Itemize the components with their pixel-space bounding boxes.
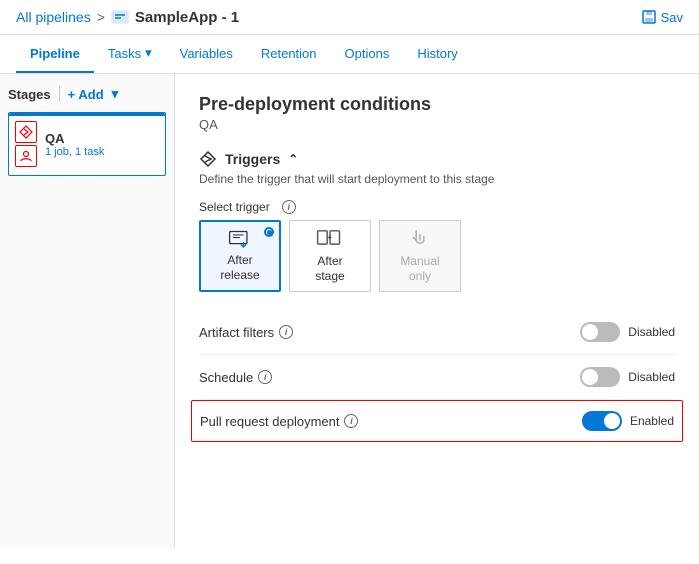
pipeline-icon xyxy=(111,8,129,26)
artifact-filters-row: Artifact filters i Disabled xyxy=(199,310,675,355)
manual-only-label: Manual only xyxy=(400,254,439,285)
top-bar: All pipelines > SampleApp - 1 Sav xyxy=(0,0,699,35)
main-layout: Stages + Add ▾ xyxy=(0,74,699,548)
tasks-chevron-icon: ▾ xyxy=(145,45,152,61)
stage-name: QA xyxy=(45,131,104,146)
after-release-radio xyxy=(264,227,274,237)
pull-request-info-icon[interactable]: i xyxy=(344,414,358,428)
sidebar-divider xyxy=(59,86,60,102)
triggers-section-header: Triggers ⌃ xyxy=(199,150,675,168)
schedule-info-icon[interactable]: i xyxy=(258,370,272,384)
triggers-collapse-icon[interactable]: ⌃ xyxy=(288,152,298,166)
stage-info: QA 1 job, 1 task xyxy=(45,131,104,158)
schedule-toggle[interactable] xyxy=(580,367,620,387)
schedule-status: Disabled xyxy=(628,370,675,384)
nav-tabs: Pipeline Tasks ▾ Variables Retention Opt… xyxy=(0,35,699,74)
add-chevron-icon: ▾ xyxy=(112,86,119,102)
save-label: Sav xyxy=(661,10,683,25)
trigger-card-manual-only[interactable]: Manual only xyxy=(379,220,461,292)
after-release-label: After release xyxy=(220,253,259,284)
pull-request-label: Pull request deployment i xyxy=(200,414,358,429)
stage-icons xyxy=(15,121,37,167)
tab-variables[interactable]: Variables xyxy=(166,36,247,73)
artifact-filters-toggle-right: Disabled xyxy=(580,322,675,342)
stage-card-qa[interactable]: QA 1 job, 1 task xyxy=(8,112,166,176)
sidebar: Stages + Add ▾ xyxy=(0,74,175,548)
tab-pipeline[interactable]: Pipeline xyxy=(16,36,94,73)
schedule-row: Schedule i Disabled xyxy=(199,355,675,400)
stage-meta: 1 job, 1 task xyxy=(45,146,104,158)
breadcrumb: All pipelines > SampleApp - 1 xyxy=(16,8,239,26)
manual-only-icon xyxy=(406,227,434,250)
after-stage-icon xyxy=(316,227,344,250)
tab-tasks[interactable]: Tasks ▾ xyxy=(94,35,166,73)
breadcrumb-link[interactable]: All pipelines xyxy=(16,9,91,25)
save-icon xyxy=(641,9,657,25)
schedule-label: Schedule i xyxy=(199,370,272,385)
pull-request-toggle-right: Enabled xyxy=(582,411,674,431)
stage-trigger-icon xyxy=(15,121,37,143)
pull-request-row: Pull request deployment i Enabled xyxy=(191,400,683,442)
content-area: Pre-deployment conditions QA Triggers ⌃ … xyxy=(175,74,699,548)
stage-user-icon xyxy=(15,145,37,167)
artifact-filters-toggle[interactable] xyxy=(580,322,620,342)
app-title: SampleApp - 1 xyxy=(111,8,239,26)
tab-options[interactable]: Options xyxy=(331,36,404,73)
artifact-filters-label: Artifact filters i xyxy=(199,325,293,340)
breadcrumb-sep: > xyxy=(97,9,105,25)
artifact-filters-info-icon[interactable]: i xyxy=(279,325,293,339)
content-title: Pre-deployment conditions xyxy=(199,94,675,115)
app-name-label: SampleApp - 1 xyxy=(135,9,239,26)
trigger-select-row: Select trigger i xyxy=(199,200,675,214)
after-release-icon xyxy=(226,228,254,249)
triggers-icon xyxy=(199,150,217,168)
stages-label: Stages xyxy=(8,87,51,102)
content-subtitle: QA xyxy=(199,117,675,132)
triggers-label: Triggers xyxy=(225,151,280,167)
tab-retention[interactable]: Retention xyxy=(247,36,331,73)
stage-top-bar xyxy=(9,113,165,116)
pull-request-toggle[interactable] xyxy=(582,411,622,431)
trigger-card-after-stage[interactable]: After stage xyxy=(289,220,371,292)
triggers-desc: Define the trigger that will start deplo… xyxy=(199,172,675,186)
select-trigger-info-icon[interactable]: i xyxy=(282,200,296,214)
sidebar-header: Stages + Add ▾ xyxy=(8,86,166,102)
save-button[interactable]: Sav xyxy=(641,9,683,25)
schedule-toggle-right: Disabled xyxy=(580,367,675,387)
add-stage-button[interactable]: + Add xyxy=(68,87,104,102)
tab-history[interactable]: History xyxy=(403,36,471,73)
artifact-filters-status: Disabled xyxy=(628,325,675,339)
select-trigger-label: Select trigger xyxy=(199,200,270,214)
pull-request-status: Enabled xyxy=(630,414,674,428)
trigger-cards: After release After stage Manual only xyxy=(199,220,675,292)
trigger-card-after-release[interactable]: After release xyxy=(199,220,281,292)
after-stage-label: After stage xyxy=(315,254,344,285)
